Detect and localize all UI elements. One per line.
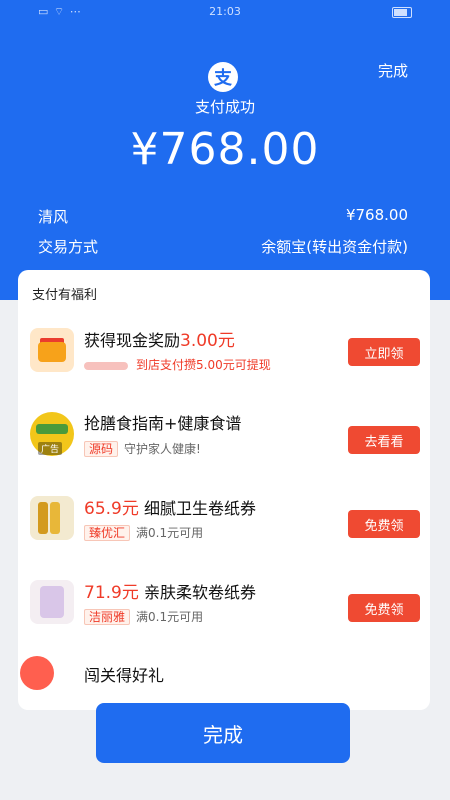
source-tag: 源码 xyxy=(84,441,119,457)
diet-guide-icon: 广告 xyxy=(30,412,74,456)
benefit-title: 获得现金奖励3.00元 xyxy=(84,331,235,351)
brand-tag: 臻优汇 xyxy=(84,525,131,541)
payment-amount: ¥768.00 xyxy=(130,124,320,175)
payment-status-text: 支付成功 xyxy=(194,98,255,116)
tissue-roll-icon xyxy=(30,580,74,624)
merchant-name: 清风 xyxy=(38,208,69,226)
benefit-title: 65.9元 细腻卫生卷纸券 xyxy=(84,499,256,519)
status-time: 21:03 xyxy=(209,5,241,18)
payment-method-row: 交易方式 余额宝(转出资金付款) xyxy=(38,236,408,257)
benefits-card: 支付有福利 获得现金奖励3.00元 到店支付攒5.00元可提现 立即领 广告 抢… xyxy=(18,270,430,710)
view-button[interactable]: 去看看 xyxy=(348,426,420,454)
brand-tag: 洁丽雅 xyxy=(84,609,131,625)
top-done-button[interactable]: 完成 xyxy=(378,60,408,81)
free-claim-button[interactable]: 免费领 xyxy=(348,510,420,538)
benefit-subtitle: 源码 守护家人健康! xyxy=(84,440,201,457)
progress-bar xyxy=(84,361,128,370)
payment-method-value: 余额宝(转出资金付款) xyxy=(261,238,408,256)
challenge-icon xyxy=(20,656,54,690)
payment-method-label: 交易方式 xyxy=(38,238,99,256)
benefit-subtitle: 臻优汇 满0.1元可用 xyxy=(84,524,203,541)
benefit-title: 71.9元 亲肤柔软卷纸券 xyxy=(84,583,256,603)
benefit-tissue-coupon-2[interactable]: 71.9元 亲肤柔软卷纸券 洁丽雅 满0.1元可用 免费领 xyxy=(18,564,430,648)
benefits-title: 支付有福利 xyxy=(32,288,98,303)
payment-success-screen: ▭ ⌔ ⋯ 21:03 完成 支 支付成功 ¥768.00 清风 ¥768.00… xyxy=(0,0,450,800)
benefit-cash-reward[interactable]: 获得现金奖励3.00元 到店支付攒5.00元可提现 立即领 xyxy=(18,312,430,396)
cash-reward-icon xyxy=(30,328,74,372)
benefit-title: 抢膳食指南+健康食谱 xyxy=(84,414,242,433)
alipay-logo-icon: 支 xyxy=(208,62,238,92)
benefit-tissue-coupon-1[interactable]: 65.9元 细腻卫生卷纸券 臻优汇 满0.1元可用 免费领 xyxy=(18,480,430,564)
tissue-product-icon xyxy=(30,496,74,540)
battery-icon xyxy=(392,7,412,18)
done-button[interactable]: 完成 xyxy=(96,703,350,763)
merchant-row: 清风 ¥768.00 xyxy=(38,206,408,227)
benefit-subtitle: 到店支付攒5.00元可提现 xyxy=(84,356,271,373)
status-bar: ▭ ⌔ ⋯ 21:03 xyxy=(0,0,450,24)
merchant-amount: ¥768.00 xyxy=(345,206,408,224)
benefit-diet-guide[interactable]: 广告 抢膳食指南+健康食谱 源码 守护家人健康! 去看看 xyxy=(18,396,430,480)
benefit-title: 闯关得好礼 xyxy=(84,666,165,685)
benefit-challenge[interactable]: 闯关得好礼 xyxy=(18,648,430,710)
benefit-subtitle: 洁丽雅 满0.1元可用 xyxy=(84,608,203,625)
claim-now-button[interactable]: 立即领 xyxy=(348,338,420,366)
free-claim-button[interactable]: 免费领 xyxy=(348,594,420,622)
header: ▭ ⌔ ⋯ 21:03 完成 支 支付成功 ¥768.00 清风 ¥768.00… xyxy=(0,0,450,300)
ad-label: 广告 xyxy=(38,442,63,455)
